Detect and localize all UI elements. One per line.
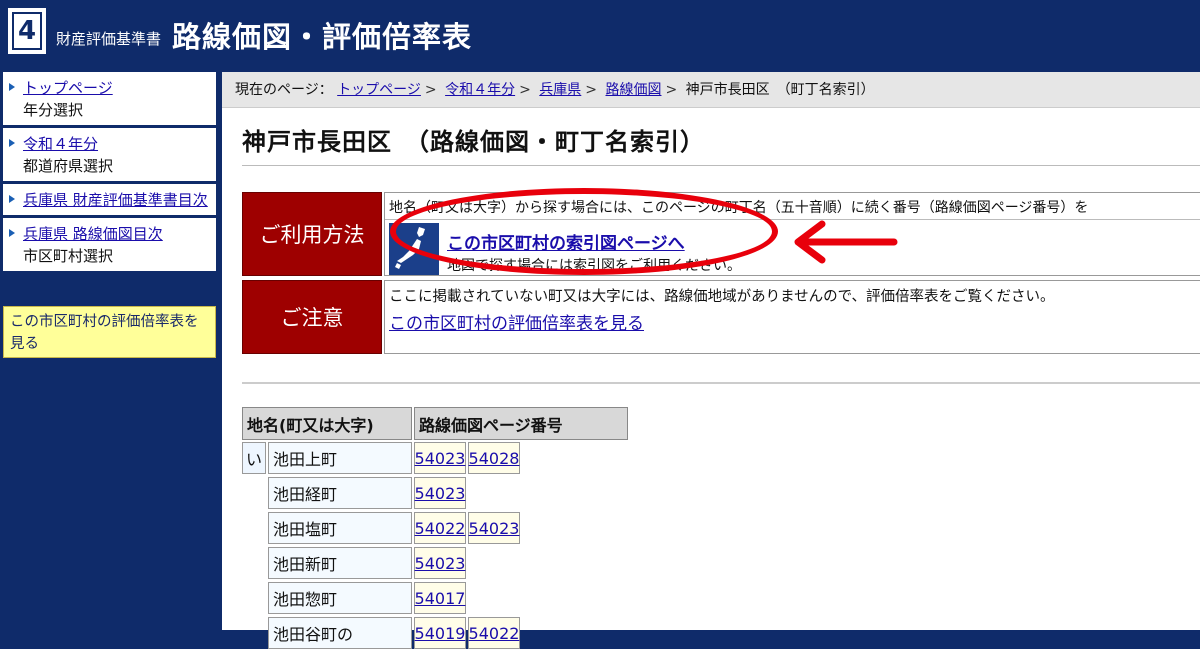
- breadcrumb-link-prefecture[interactable]: 兵庫県: [539, 82, 581, 98]
- breadcrumb-prefix: 現在のページ：: [235, 82, 333, 98]
- triangle-right-icon: [9, 229, 15, 237]
- usage-label: ご利用方法: [242, 192, 382, 276]
- caution-label: ご注意: [242, 280, 382, 354]
- table-row-town: 池田惣町: [268, 582, 412, 614]
- sidebar-item-rosenka-index: 兵庫県 路線価図目次 市区町村選択: [3, 218, 216, 271]
- breadcrumb-link-rosenka[interactable]: 路線価図: [605, 82, 661, 98]
- sidebar-bairitsu-link[interactable]: この市区町村の評価倍率表を見る: [3, 306, 216, 358]
- page-link-text[interactable]: 54022: [415, 519, 466, 538]
- page-link[interactable]: 54023: [414, 442, 466, 474]
- breadcrumb-link-year[interactable]: 令和４年分: [445, 82, 515, 98]
- logo-icon: 4: [8, 8, 46, 54]
- sidebar-item-year: 令和４年分 都道府県選択: [3, 128, 216, 181]
- logo-number: 4: [17, 16, 37, 46]
- triangle-right-icon: [9, 139, 15, 147]
- breadcrumb-current: 神戸市長田区 （町丁名索引）: [685, 82, 875, 98]
- table-row-town: 池田新町: [268, 547, 412, 579]
- page-link-text[interactable]: 54023: [469, 519, 520, 538]
- arrow-left-icon: [794, 220, 898, 264]
- sidebar-item-hyogo-index: 兵庫県 財産評価基準書目次: [3, 184, 216, 215]
- sidebar-link-rosenka-index[interactable]: 兵庫県 路線価図目次: [9, 223, 212, 245]
- page-link[interactable]: 54017: [414, 582, 466, 614]
- page-link[interactable]: 54022: [468, 617, 520, 649]
- table-row-town: 池田谷町の: [268, 617, 412, 649]
- triangle-right-icon: [9, 83, 15, 91]
- divider: [242, 382, 1200, 384]
- page-link[interactable]: 54022: [414, 512, 466, 544]
- sidebar-link-year[interactable]: 令和４年分: [9, 133, 212, 155]
- page-link-text[interactable]: 54022: [469, 624, 520, 643]
- header-town-name: 地名(町又は大字): [242, 407, 412, 440]
- breadcrumb-link-top[interactable]: トップページ: [337, 82, 421, 98]
- table-row-town: 池田塩町: [268, 512, 412, 544]
- caution-text: ここに掲載されていない町又は大字には、路線価地域がありませんので、評価倍率表をご…: [389, 289, 1055, 305]
- header-title: 路線価図・評価倍率表: [172, 20, 473, 54]
- sidebar-desc: 市区町村選択: [23, 247, 114, 265]
- breadcrumb: 現在のページ： トップページ > 令和４年分 > 兵庫県 > 路線価図 > 神戸市長田区…: [222, 72, 1200, 108]
- caution-content: ここに掲載されていない町又は大字には、路線価地域がありませんので、評価倍率表をご…: [384, 280, 1200, 354]
- page-link[interactable]: 54028: [468, 442, 520, 474]
- page-link-text[interactable]: 54023: [415, 554, 466, 573]
- triangle-right-icon: [9, 195, 15, 203]
- site-header: 4 財産評価基準書 路線価図・評価倍率表: [0, 0, 1200, 70]
- page-link[interactable]: 54023: [414, 547, 466, 579]
- kana-label: い: [242, 442, 266, 474]
- page-link-text[interactable]: 54017: [415, 589, 466, 608]
- page-link-text[interactable]: 54023: [415, 449, 466, 468]
- page-link-text[interactable]: 54023: [415, 484, 466, 503]
- table-row-town: 池田上町: [268, 442, 412, 474]
- main-content: 現在のページ： トップページ > 令和４年分 > 兵庫県 > 路線価図 > 神戸市長田区…: [222, 72, 1200, 649]
- sidebar-item-top: トップページ 年分選択: [3, 72, 216, 125]
- sidebar-link-hyogo-index[interactable]: 兵庫県 財産評価基準書目次: [9, 189, 212, 211]
- sidebar: トップページ 年分選択 令和４年分 都道府県選択 兵庫県 財産評価基準書目次 兵…: [0, 72, 218, 358]
- page-link-text[interactable]: 54028: [469, 449, 520, 468]
- header-subtitle: 財産評価基準書: [56, 30, 162, 48]
- divider: [242, 165, 1200, 166]
- page-title: 神戸市長田区 （路線価図・町丁名索引）: [242, 128, 705, 156]
- sidebar-desc: 年分選択: [23, 101, 84, 119]
- highlight-ellipse: [390, 188, 778, 275]
- sidebar-link-top[interactable]: トップページ: [9, 77, 212, 99]
- bairitsu-link[interactable]: この市区町村の評価倍率表を見る: [389, 309, 644, 334]
- page-link-text[interactable]: 54019: [415, 624, 466, 643]
- header-page-numbers: 路線価図ページ番号: [414, 407, 628, 440]
- table-row-town: 池田経町: [268, 477, 412, 509]
- page-link[interactable]: 54023: [414, 477, 466, 509]
- page-link[interactable]: 54023: [468, 512, 520, 544]
- page-link[interactable]: 54019: [414, 617, 466, 649]
- sidebar-desc: 都道府県選択: [23, 157, 114, 175]
